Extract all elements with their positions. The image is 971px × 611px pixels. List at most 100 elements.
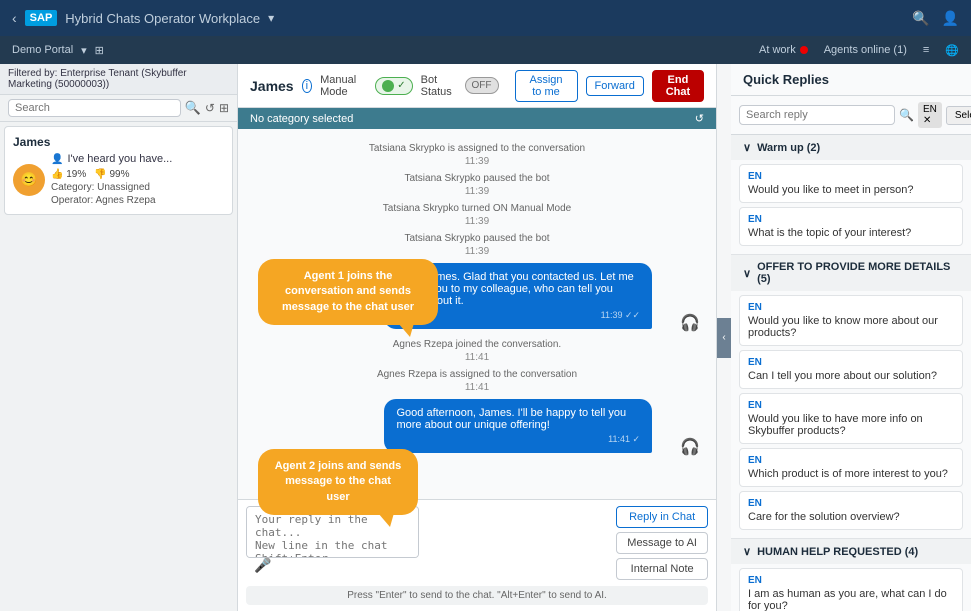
sidebar-collapse-button[interactable]: ‹	[717, 318, 731, 358]
top-navigation: ‹ SAP Hybrid Chats Operator Workplace ▾ …	[0, 0, 971, 36]
chevron-down-icon: ∨	[743, 141, 751, 154]
filter-icon[interactable]: ⊞	[95, 44, 104, 57]
chat-input[interactable]	[246, 506, 419, 558]
category-offer-details-header[interactable]: ∨ OFFER TO PROVIDE MORE DETAILS (5)	[731, 255, 971, 291]
reply-text: Care for the solution overview?	[748, 511, 954, 523]
at-work-status: At work	[759, 44, 808, 56]
bot-off-label: OFF	[472, 80, 492, 91]
category-warm-up: ∨ Warm up (2) EN Would you like to meet …	[731, 135, 971, 255]
reply-text: Would you like to meet in person?	[748, 184, 954, 196]
chat-preview-text: I've heard you have...	[67, 153, 172, 165]
input-hint: Press "Enter" to send to the chat. "Alt+…	[246, 586, 708, 605]
search-input[interactable]	[8, 99, 181, 117]
system-time-4: 11:39	[254, 246, 700, 257]
reply-item[interactable]: EN Which product is of more interest to …	[739, 448, 963, 487]
chat-header: James i Manual Mode ✓ Bot Status OFF Ass…	[238, 64, 716, 108]
category-offer-details-items: EN Would you like to know more about our…	[731, 291, 971, 538]
bubble-time-2: 11:41 ✓	[396, 434, 640, 445]
reply-text: What is the topic of your interest?	[748, 227, 954, 239]
message-to-ai-button[interactable]: Message to AI	[616, 532, 708, 554]
category-human-help-items: EN I am as human as you are, what can I …	[731, 564, 971, 611]
chat-list-item[interactable]: James 😊 👤 I've heard you have... 👍 19% 👎…	[4, 126, 233, 215]
agents-online-label: Agents online (1)	[824, 44, 907, 56]
reply-search-row: 🔍 EN ✕ Sele...	[731, 96, 971, 135]
system-msg-6: Agnes Rzepa is assigned to the conversat…	[254, 369, 700, 380]
category-warm-up-items: EN Would you like to meet in person? EN …	[731, 160, 971, 254]
reply-item[interactable]: EN Would you like to know more about our…	[739, 295, 963, 346]
avatar: 😊	[13, 164, 45, 196]
lang-select[interactable]: Sele...	[946, 106, 971, 125]
input-area: 🎤 Reply in Chat Message to AI Internal N…	[238, 499, 716, 611]
end-chat-button[interactable]: End Chat	[652, 70, 704, 102]
mic-icon[interactable]: 🎤	[254, 557, 271, 574]
system-time-1: 11:39	[254, 156, 700, 167]
chat-user-name: James	[250, 78, 294, 94]
category-warm-up-header[interactable]: ∨ Warm up (2)	[731, 135, 971, 160]
chat-item-name: James	[13, 135, 224, 149]
portal-label[interactable]: Demo Portal	[12, 44, 73, 56]
chat-item-stats: 👍 19% 👎 99%	[51, 169, 172, 180]
agent-message-1-row: Hello James. Glad that you contacted us.…	[254, 263, 700, 333]
category-human-help: ∨ HUMAN HELP REQUESTED (4) EN I am as hu…	[731, 539, 971, 611]
reset-icon[interactable]: ↺	[695, 112, 704, 125]
category-warm-up-label: Warm up (2)	[757, 142, 820, 154]
category-bar: No category selected ↺	[238, 108, 716, 129]
bot-toggle[interactable]: OFF	[465, 77, 499, 94]
input-row: 🎤 Reply in Chat Message to AI Internal N…	[246, 506, 708, 580]
toggle-on-label: ✓	[397, 80, 405, 91]
toggle-dot	[382, 80, 394, 92]
reply-search-icon[interactable]: 🔍	[899, 108, 914, 122]
filter-bar: Filtered by: Enterprise Tenant (Skybuffe…	[0, 64, 237, 95]
agent-msg-text-2: Good afternoon, James. I'll be happy to …	[396, 407, 626, 431]
back-button[interactable]: ‹	[12, 10, 17, 26]
reply-item[interactable]: EN Would you like to have more info on S…	[739, 393, 963, 444]
lang-badge[interactable]: EN ✕	[918, 102, 942, 128]
internal-note-button[interactable]: Internal Note	[616, 558, 708, 580]
assign-button[interactable]: Assign to me	[515, 70, 578, 102]
reply-item[interactable]: EN Care for the solution overview?	[739, 491, 963, 530]
chat-item-preview: 😊 👤 I've heard you have... 👍 19% 👎 99% C…	[13, 153, 224, 206]
chevron-down-icon: ∨	[743, 267, 751, 280]
info-icon[interactable]: i	[302, 79, 312, 93]
sap-logo: SAP	[25, 10, 58, 26]
reply-item[interactable]: EN Would you like to meet in person?	[739, 164, 963, 203]
reply-item[interactable]: EN What is the topic of your interest?	[739, 207, 963, 246]
agent-bubble-1: Hello James. Glad that you contacted us.…	[384, 263, 652, 329]
globe-icon[interactable]: 🌐	[945, 44, 959, 57]
category-text: No category selected	[250, 113, 353, 125]
reply-lang: EN	[748, 575, 954, 586]
forward-button[interactable]: Forward	[586, 76, 644, 96]
agent-msg-text-1: Hello James. Glad that you contacted us.…	[396, 271, 633, 307]
reply-item[interactable]: EN I am as human as you are, what can I …	[739, 568, 963, 611]
reply-lang: EN	[748, 302, 954, 313]
search-icon-btn[interactable]: 🔍	[185, 100, 201, 116]
title-dropdown-icon[interactable]: ▾	[268, 11, 274, 25]
system-msg-5: Agnes Rzepa joined the conversation.	[254, 339, 700, 350]
system-time-3: 11:39	[254, 216, 700, 227]
main-layout: Filtered by: Enterprise Tenant (Skybuffe…	[0, 64, 971, 611]
system-time-2: 11:39	[254, 186, 700, 197]
reply-item[interactable]: EN Can I tell you more about our solutio…	[739, 350, 963, 389]
portal-dropdown-icon[interactable]: ▾	[81, 44, 87, 57]
system-msg-1: Tatsiana Skrypko is assigned to the conv…	[254, 143, 700, 154]
chat-area: James i Manual Mode ✓ Bot Status OFF Ass…	[238, 64, 717, 611]
filter-text: Filtered by: Enterprise Tenant (Skybuffe…	[8, 68, 187, 90]
reply-text: Would you like to know more about our pr…	[748, 315, 954, 339]
manual-mode-toggle[interactable]: ✓	[375, 77, 412, 95]
reply-search-input[interactable]	[739, 105, 895, 125]
manual-mode-label: Manual Mode	[320, 74, 367, 98]
quick-replies-sidebar: Quick Replies 🔍 EN ✕ Sele... ∨ Warm up (…	[731, 64, 971, 611]
grid-icon[interactable]: ⊞	[219, 101, 229, 115]
category-offer-details: ∨ OFFER TO PROVIDE MORE DETAILS (5) EN W…	[731, 255, 971, 539]
stack-icon[interactable]: ≡	[923, 44, 929, 56]
user-icon[interactable]: 👤	[942, 10, 959, 27]
headset-icon-2: 🎧	[680, 437, 700, 457]
refresh-icon[interactable]: ↺	[205, 101, 215, 115]
left-sidebar: Filtered by: Enterprise Tenant (Skybuffe…	[0, 64, 238, 611]
search-icon[interactable]: 🔍	[912, 10, 929, 27]
reply-in-chat-button[interactable]: Reply in Chat	[616, 506, 708, 528]
messages-area: Tatsiana Skrypko is assigned to the conv…	[238, 129, 716, 499]
category-human-help-header[interactable]: ∨ HUMAN HELP REQUESTED (4)	[731, 539, 971, 564]
system-time-6: 11:41	[254, 382, 700, 393]
reply-text: I am as human as you are, what can I do …	[748, 588, 954, 611]
